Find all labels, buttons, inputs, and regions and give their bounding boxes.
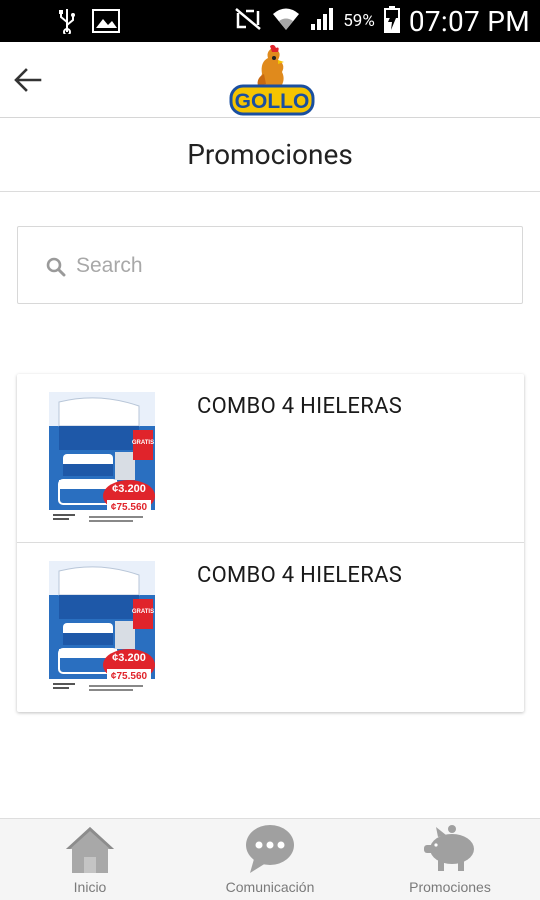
svg-text:¢3.200: ¢3.200 [112, 483, 146, 495]
svg-text:GRATIS: GRATIS [132, 609, 154, 615]
status-bar: 59% 07:07 PM [0, 0, 540, 42]
chat-bubble-icon [246, 825, 294, 873]
arrow-back-icon [14, 68, 42, 92]
usb-icon [58, 8, 76, 38]
bottom-navigation: Inicio Comunicación Promociones [0, 818, 540, 900]
battery-percent: 59% [343, 11, 375, 31]
nav-inicio[interactable]: Inicio [50, 819, 130, 900]
gollo-logo: GOLLO [228, 44, 316, 116]
home-icon [66, 827, 114, 873]
nav-promociones[interactable]: Promociones [390, 819, 510, 900]
nav-comunicacion[interactable]: Comunicación [206, 819, 334, 900]
page-title: Promociones [187, 138, 353, 171]
signal-icon [309, 6, 335, 36]
svg-text:¢3.200: ¢3.200 [112, 652, 146, 664]
svg-text:¢75.560: ¢75.560 [111, 502, 148, 513]
svg-text:GOLLO: GOLLO [235, 90, 310, 113]
back-button[interactable] [12, 64, 44, 96]
svg-text:¢75.560: ¢75.560 [111, 671, 148, 682]
piggy-bank-icon [424, 825, 474, 871]
nav-label: Inicio [73, 879, 107, 895]
wifi-icon [271, 6, 301, 36]
promotion-title: COMBO 4 HIELERAS [197, 563, 403, 588]
promotion-item[interactable]: GRATIS ¢3.200 ¢75.560 COMBO 4 HIELERAS [17, 543, 524, 712]
search-box[interactable] [17, 226, 523, 304]
nfc-muted-icon [233, 6, 263, 36]
nav-label: Promociones [409, 879, 491, 895]
promotion-image: GRATIS ¢3.200 ¢75.560 [49, 392, 155, 526]
page-header: Promociones [0, 118, 540, 192]
promotion-item[interactable]: GRATIS ¢3.200 ¢75.560 COMBO 4 HIELERAS [17, 374, 524, 543]
app-bar: GOLLO [0, 42, 540, 118]
image-icon [92, 9, 120, 37]
promotion-title: COMBO 4 HIELERAS [197, 394, 403, 419]
nav-label: Comunicación [225, 879, 315, 895]
search-input[interactable] [76, 247, 496, 285]
promotions-list: GRATIS ¢3.200 ¢75.560 COMBO 4 HIELERAS G… [17, 374, 524, 712]
svg-text:GRATIS: GRATIS [132, 440, 154, 446]
promotion-image: GRATIS ¢3.200 ¢75.560 [49, 561, 155, 695]
battery-icon [383, 5, 401, 37]
clock: 07:07 PM [408, 4, 530, 38]
search-icon [46, 257, 66, 277]
